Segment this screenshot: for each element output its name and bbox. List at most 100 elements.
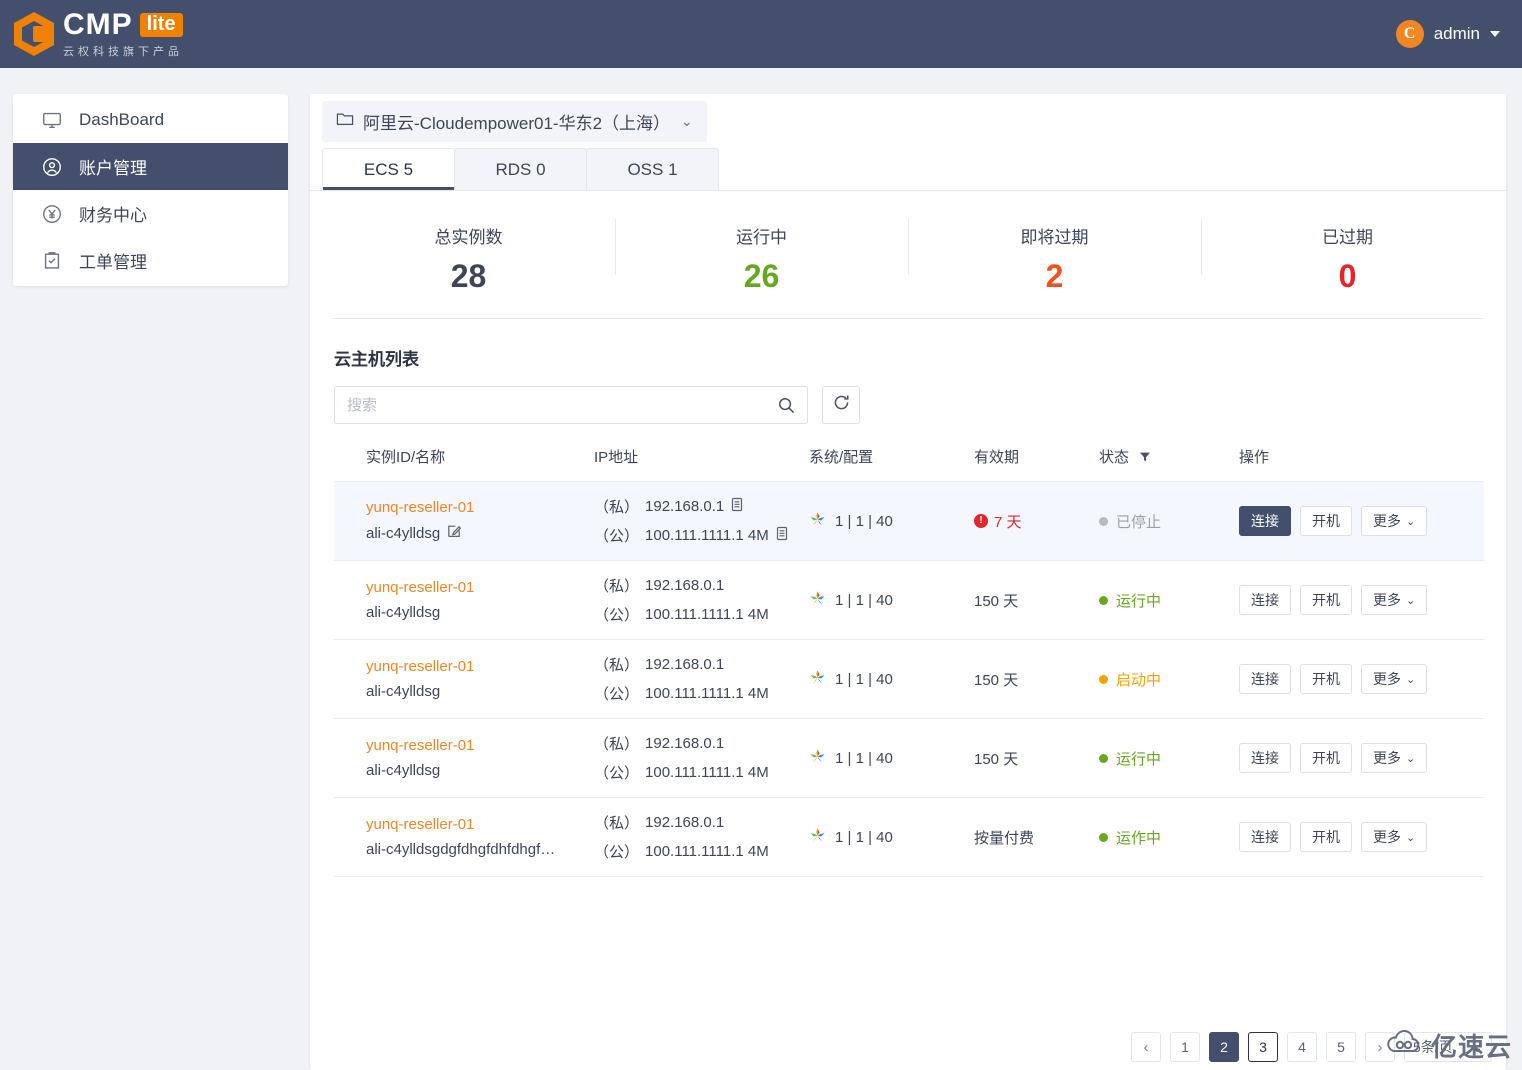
pagination-page-4[interactable]: 4 [1287, 1032, 1317, 1062]
pagination-next[interactable]: › [1365, 1032, 1395, 1062]
status-dot [1099, 832, 1108, 842]
cell-instance: yunq-reseller-01 ali-c4ylldsgdgfdhgfdhfdh… [334, 797, 594, 877]
config-label: 1 | 1 | 40 [835, 670, 893, 688]
status-dot [1099, 595, 1108, 605]
copy-icon[interactable] [775, 526, 789, 545]
cell-instance: yunq-reseller-01 ali-c4ylldsg [334, 560, 594, 640]
sidebar: DashBoard 账户管理 财务中心 工单管理 [13, 94, 288, 286]
instance-id-link[interactable]: yunq-reseller-01 [366, 737, 594, 754]
cell-expiry: 150 天 [974, 718, 1099, 798]
cell-expiry: 按量付费 [974, 797, 1099, 877]
more-button[interactable]: 更多 ⌄ [1361, 506, 1428, 536]
search-box[interactable] [334, 386, 808, 424]
top-bar: CMP lite 云权科技旗下产品 C admin [0, 0, 1522, 68]
table-row[interactable]: yunq-reseller-01 ali-c4ylldsg （私） 192.168.0… [334, 639, 1484, 719]
sidebar-item-dashboard[interactable]: DashBoard [13, 96, 288, 143]
connect-button[interactable]: 连接 [1239, 506, 1291, 536]
chevron-down-icon: ⌄ [1406, 515, 1416, 528]
more-button[interactable]: 更多 ⌄ [1361, 664, 1428, 694]
ip-private: （私） 192.168.0.1 [594, 577, 725, 595]
power-on-button[interactable]: 开机 [1300, 664, 1352, 694]
chevron-down-icon: ⌄ [1406, 831, 1416, 844]
search-input[interactable] [335, 387, 807, 423]
instance-id-link[interactable]: yunq-reseller-01 [366, 499, 594, 516]
expiry-label: 150 天 [974, 592, 1019, 610]
hosts-table: 实例ID/名称 IP地址 系统/配置 有效期 状态 操作 yunq-resell… [334, 446, 1484, 877]
search-icon[interactable] [777, 396, 796, 420]
connect-button[interactable]: 连接 [1239, 743, 1291, 773]
cell-instance: yunq-reseller-01 ali-c4ylldsg [334, 639, 594, 719]
cell-expiry: 150 天 [974, 560, 1099, 640]
user-menu[interactable]: C admin [1395, 20, 1522, 48]
refresh-button[interactable] [822, 386, 860, 424]
instance-id-link[interactable]: yunq-reseller-01 [366, 816, 594, 833]
more-button[interactable]: 更多 ⌄ [1361, 585, 1428, 615]
app-logo[interactable]: CMP lite 云权科技旗下产品 [0, 9, 183, 59]
connect-button[interactable]: 连接 [1239, 664, 1291, 694]
table-row[interactable]: yunq-reseller-01 ali-c4ylldsg （私） 192.168.0… [334, 481, 1484, 561]
ip-public: （公） 100.111.1111.1 4M [594, 764, 769, 782]
cell-expiry: ! 7 天 [974, 481, 1099, 561]
status-dot [1099, 674, 1108, 684]
instance-id-link[interactable]: yunq-reseller-01 [366, 579, 594, 596]
ip-private: （私） 192.168.0.1 [594, 656, 725, 674]
stat-value: 28 [450, 258, 487, 294]
ip-private: （私） 192.168.0.1 [594, 735, 725, 753]
more-button[interactable]: 更多 ⌄ [1361, 822, 1428, 852]
more-button[interactable]: 更多 ⌄ [1361, 743, 1428, 773]
cell-actions: 连接 开机 更多 ⌄ [1239, 481, 1484, 561]
chevron-down-icon: ⌄ [681, 112, 693, 129]
breadcrumb[interactable]: 阿里云-Cloudempower01-华东2（上海） ⌄ [322, 100, 707, 142]
windows-icon [809, 827, 826, 848]
stat-expiring: 即将过期 2 [908, 213, 1201, 306]
cell-system: 1 | 1 | 40 [809, 639, 974, 719]
stat-value: 0 [1338, 258, 1357, 294]
expiry-label: 按量付费 [974, 829, 1035, 847]
tab-rds[interactable]: RDS 0 [454, 148, 587, 190]
edit-icon[interactable] [447, 524, 462, 543]
copy-icon[interactable] [730, 497, 744, 516]
pagination-page-5[interactable]: 5 [1326, 1032, 1356, 1062]
column-header-actions: 操作 [1239, 446, 1484, 482]
hosts-table-body: yunq-reseller-01 ali-c4ylldsg （私） 192.168.0… [334, 481, 1484, 877]
power-on-button[interactable]: 开机 [1300, 506, 1352, 536]
connect-button[interactable]: 连接 [1239, 585, 1291, 615]
cell-system: 1 | 1 | 40 [809, 718, 974, 798]
warning-icon: ! [974, 514, 988, 528]
cell-ip: （私） 192.168.0.1 （公） 100.111.1111.1 4M [594, 797, 809, 877]
instance-id-link[interactable]: yunq-reseller-01 [366, 658, 594, 675]
table-row[interactable]: yunq-reseller-01 ali-c4ylldsgdgfdhgfdhfdh… [334, 797, 1484, 877]
config-label: 1 | 1 | 40 [835, 591, 893, 609]
table-row[interactable]: yunq-reseller-01 ali-c4ylldsg （私） 192.168.0… [334, 560, 1484, 640]
sidebar-item-ticket[interactable]: 工单管理 [13, 237, 288, 284]
cell-actions: 连接 开机 更多 ⌄ [1239, 797, 1484, 877]
pagination-page-1[interactable]: 1 [1170, 1032, 1200, 1062]
sidebar-item-finance[interactable]: 财务中心 [13, 190, 288, 237]
expiry-label: 7 天 [994, 513, 1022, 531]
instance-name: ali-c4ylldsg [366, 762, 441, 779]
chevron-down-icon: ⌄ [1406, 673, 1416, 686]
power-on-button[interactable]: 开机 [1300, 822, 1352, 852]
status-badge: 运行中 [1116, 750, 1162, 768]
sidebar-item-account[interactable]: 账户管理 [13, 143, 288, 190]
pagination-page-3[interactable]: 3 [1248, 1032, 1278, 1062]
logo-lite-badge: lite [139, 12, 183, 37]
filter-icon[interactable] [1139, 450, 1151, 467]
stat-value: 2 [1045, 258, 1064, 294]
page-size-select[interactable]: 5条/页 ⌄ [1404, 1032, 1492, 1062]
table-row[interactable]: yunq-reseller-01 ali-c4ylldsg （私） 192.168.0… [334, 718, 1484, 798]
tab-ecs[interactable]: ECS 5 [322, 148, 455, 190]
column-header-system: 系统/配置 [809, 446, 974, 482]
pagination-page-2[interactable]: 2 [1209, 1032, 1239, 1062]
tab-oss[interactable]: OSS 1 [586, 148, 719, 190]
yen-circle-icon [41, 203, 63, 225]
chevron-down-icon: ⌄ [1406, 752, 1416, 765]
connect-button[interactable]: 连接 [1239, 822, 1291, 852]
refresh-icon [832, 393, 851, 417]
power-on-button[interactable]: 开机 [1300, 743, 1352, 773]
windows-icon [809, 590, 826, 611]
cell-state: 运行中 [1099, 560, 1239, 640]
cell-ip: （私） 192.168.0.1 （公） 100.111.1111.1 4M [594, 639, 809, 719]
pagination-prev[interactable]: ‹ [1131, 1032, 1161, 1062]
power-on-button[interactable]: 开机 [1300, 585, 1352, 615]
